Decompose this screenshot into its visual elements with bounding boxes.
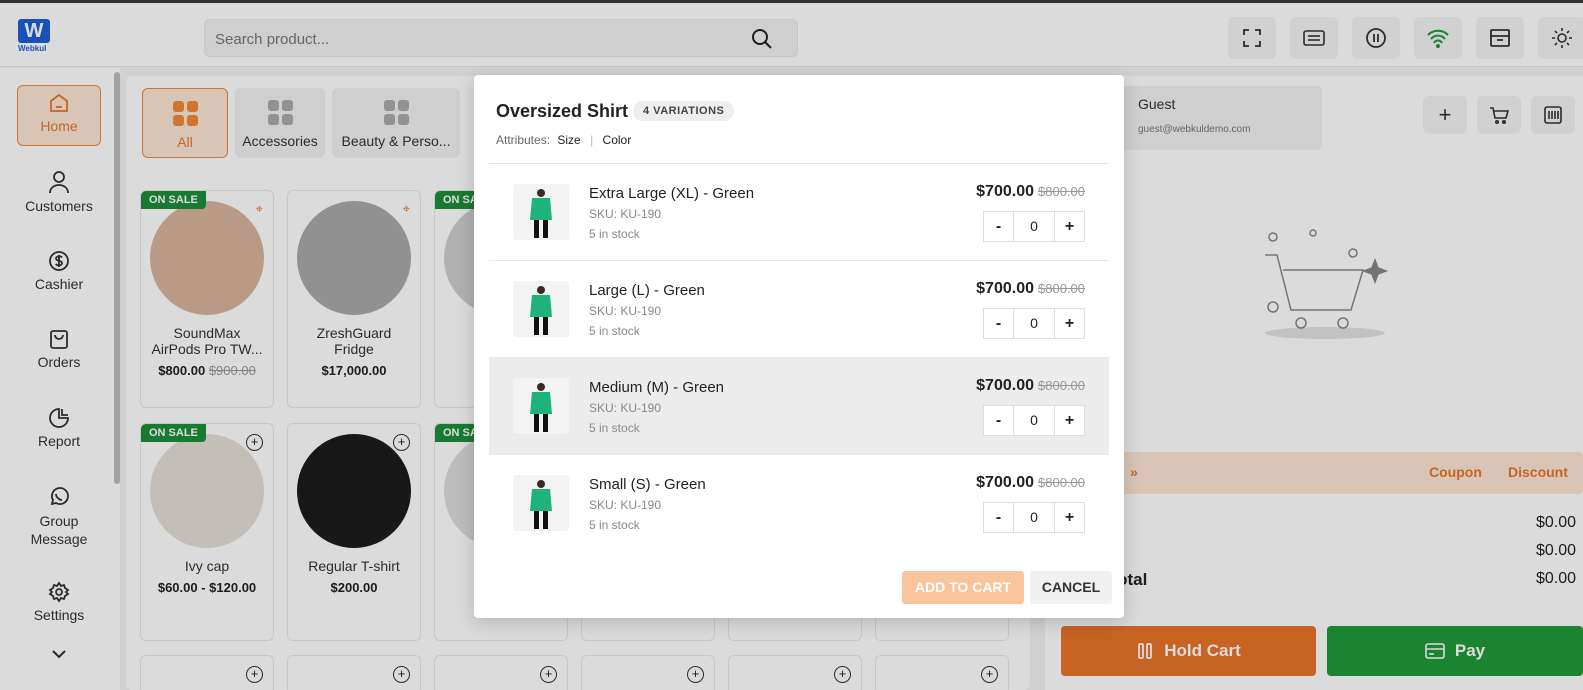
variation-stock: 5 in stock bbox=[589, 421, 640, 435]
variation-sku: SKU: KU-190 bbox=[589, 304, 662, 318]
attributes-label: Attributes: bbox=[496, 133, 551, 147]
variation-name: Extra Large (XL) - Green bbox=[589, 185, 755, 202]
variation-price: $700.00 $800.00 bbox=[976, 377, 1085, 394]
variation-stock: 5 in stock bbox=[589, 227, 640, 241]
quantity-input[interactable]: 0 bbox=[1014, 308, 1054, 339]
variation-stock: 5 in stock bbox=[589, 518, 640, 532]
attributes-line: Attributes: Size | Color bbox=[496, 133, 631, 147]
variation-row: Medium (M) - Green SKU: KU-190 5 in stoc… bbox=[489, 358, 1109, 455]
decrease-button[interactable]: - bbox=[983, 308, 1014, 339]
variation-image bbox=[513, 281, 569, 337]
variation-price: $700.00 $800.00 bbox=[976, 183, 1085, 200]
variation-row: Extra Large (XL) - Green SKU: KU-190 5 i… bbox=[489, 164, 1109, 261]
variation-row: Large (L) - Green SKU: KU-190 5 in stock… bbox=[489, 261, 1109, 358]
decrease-button[interactable]: - bbox=[983, 502, 1014, 533]
variation-sku: SKU: KU-190 bbox=[589, 401, 662, 415]
variation-image bbox=[513, 184, 569, 240]
increase-button[interactable]: + bbox=[1054, 211, 1085, 242]
variation-stock: 5 in stock bbox=[589, 324, 640, 338]
add-to-cart-button[interactable]: ADD TO CART bbox=[902, 571, 1024, 604]
variation-image bbox=[513, 475, 569, 531]
variation-sku: SKU: KU-190 bbox=[589, 498, 662, 512]
variation-price: $700.00 $800.00 bbox=[976, 474, 1085, 491]
increase-button[interactable]: + bbox=[1054, 405, 1085, 436]
quantity-stepper: - 0 + bbox=[983, 211, 1085, 242]
variation-name: Medium (M) - Green bbox=[589, 379, 725, 396]
variation-name: Large (L) - Green bbox=[589, 282, 705, 299]
cancel-button[interactable]: CANCEL bbox=[1030, 571, 1112, 604]
variation-row: Small (S) - Green SKU: KU-190 5 in stock… bbox=[489, 455, 1109, 552]
variation-name: Small (S) - Green bbox=[589, 476, 706, 493]
attribute-color: Color bbox=[602, 133, 632, 147]
attribute-size: Size bbox=[557, 133, 581, 147]
attribute-separator: | bbox=[590, 133, 594, 147]
quantity-stepper: - 0 + bbox=[983, 405, 1085, 436]
variations-badge: 4 VARIATIONS bbox=[633, 101, 735, 121]
variation-sku: SKU: KU-190 bbox=[589, 207, 662, 221]
variation-price: $700.00 $800.00 bbox=[976, 280, 1085, 297]
quantity-stepper: - 0 + bbox=[983, 502, 1085, 533]
variations-modal: Oversized Shirt 4 VARIATIONS Attributes:… bbox=[474, 75, 1124, 618]
quantity-input[interactable]: 0 bbox=[1014, 211, 1054, 242]
decrease-button[interactable]: - bbox=[983, 405, 1014, 436]
modal-title: Oversized Shirt bbox=[496, 101, 629, 121]
increase-button[interactable]: + bbox=[1054, 502, 1085, 533]
increase-button[interactable]: + bbox=[1054, 308, 1085, 339]
variation-image bbox=[513, 378, 569, 434]
quantity-input[interactable]: 0 bbox=[1014, 405, 1054, 436]
quantity-stepper: - 0 + bbox=[983, 308, 1085, 339]
decrease-button[interactable]: - bbox=[983, 211, 1014, 242]
quantity-input[interactable]: 0 bbox=[1014, 502, 1054, 533]
